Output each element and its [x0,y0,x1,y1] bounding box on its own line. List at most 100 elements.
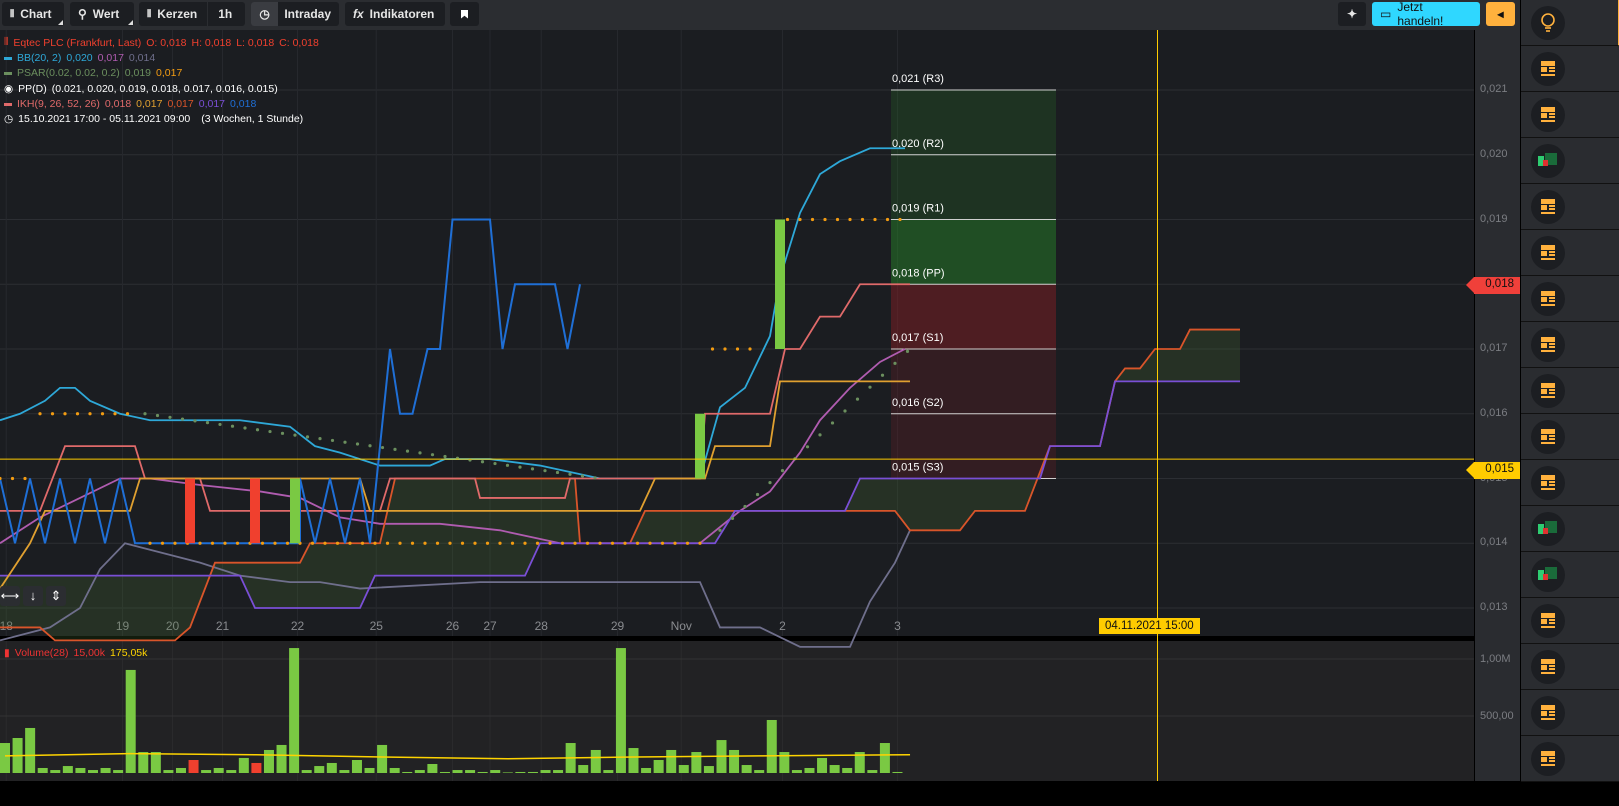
psar-dot [410,541,415,545]
psar-dot [330,438,335,443]
volume-bar [553,770,564,773]
psar-dot [448,541,452,545]
psar-dot [343,440,347,444]
psar-dot [585,541,590,545]
intraday-button[interactable]: ◷ Intraday [251,2,339,26]
volume-bar [150,752,161,773]
price-tick: 0,013 [1480,601,1508,613]
sidebar-item-news[interactable] [1521,736,1619,782]
volume-bar [804,767,815,773]
volume-label: Volume(28) [14,647,69,659]
psar-dot [798,217,802,222]
pane-divider [0,636,1474,641]
psar-dot [898,217,902,222]
psar-dot [780,469,785,473]
news-icon [1531,327,1565,362]
candles-icon: ⫴ [147,8,152,20]
psar-dot [660,541,665,545]
pivot-label: 0,019 (R1) [892,203,944,215]
legend-ikh[interactable]: IKH(9, 26, 52, 26) 0,018 0,017 0,017 0,017 0,… [4,98,256,110]
ikh-value-1: 0,018 [104,98,132,110]
volume-bar [540,770,551,773]
sidebar-item-news[interactable] [1521,230,1619,276]
scroll-down-button[interactable]: ↓ [23,586,43,606]
volume-bar [326,762,337,773]
psar-dot [835,217,840,222]
candle [250,478,260,544]
legend-instrument: ⫴ Eqtec PLC (Frankfurt, Last) O: 0,018 H: 0… [4,36,319,49]
sidebar-item-chart[interactable] [1521,552,1619,598]
volume-bar [301,770,312,773]
legend-pp[interactable]: ◉ PP(D) (0.021, 0.020, 0.019, 0.018, 0.017… [4,83,278,95]
psar-dot [610,541,615,545]
sidebar-item-news[interactable] [1521,322,1619,368]
scale-vertical-button[interactable]: ⇕ [46,586,66,606]
legend-bb[interactable]: BB(20, 2) 0,020 0,017 0,014 [4,52,155,64]
chart-signal-icon [1531,143,1565,178]
chart-type-icon: ⫴ [10,8,15,20]
indikatoren-button[interactable]: fx Indikatoren [345,2,445,26]
date-tick: 28 [535,619,549,633]
jetzt-handeln-button[interactable]: ▭ Jetzt handeln! [1372,0,1480,28]
psar-dot [380,445,385,450]
interval-button[interactable]: 1h [218,7,232,21]
psar-dot [63,412,67,416]
bookmark-button[interactable] [450,2,479,26]
legend-range: ◷ 15.10.2021 17:00 - 05.11.2021 09:00 (3 W… [4,113,303,125]
sparkle-button[interactable]: ✦ [1338,2,1366,26]
wert-search-button[interactable]: ⚲ Wert [70,2,134,26]
sidebar-item-news[interactable] [1521,460,1619,506]
psar-dot [360,541,365,545]
chart-menu-button[interactable]: ⫴ Chart [2,2,64,26]
sidebar-item-chart[interactable] [1521,138,1619,184]
psar-dot [310,541,315,545]
psar-dot [855,397,860,401]
psar-dot [730,516,735,520]
sidebar-item-news[interactable] [1521,368,1619,414]
legend-volume[interactable]: ▮ Volume(28) 15,00k 175,05k [4,647,147,659]
volume-bar [791,770,802,773]
sidebar-item-chart[interactable] [1521,506,1619,552]
pivot-label: 0,015 (S3) [892,462,943,474]
psar-dot [10,476,15,481]
chart-label: Chart [20,7,52,21]
sidebar-item-news[interactable] [1521,46,1619,92]
psar-dot [543,469,547,473]
psar-dot [735,347,740,351]
sidebar-item-news[interactable] [1521,644,1619,690]
psar-dot [100,412,105,416]
collapse-panel-button[interactable]: ◂ [1486,2,1515,26]
arrows-vertical-icon: ⇕ [50,588,62,603]
last-price-value: 0,018 [1485,278,1514,290]
sidebar-item-idea[interactable] [1521,0,1619,46]
volume-bar [477,771,488,773]
sidebar-item-news[interactable] [1521,414,1619,460]
volume-bar [213,767,224,773]
sidebar-item-news[interactable] [1521,184,1619,230]
date-tick: Nov [671,619,692,633]
volume-bar [452,770,463,773]
sidebar-item-news[interactable] [1521,92,1619,138]
kerzen-button[interactable]: Kerzen [157,7,197,21]
sidebar-item-news[interactable] [1521,690,1619,736]
volume-bar [125,669,136,773]
ikh-value-5: 0,018 [230,98,257,110]
psar-dot [223,541,227,545]
price-axis[interactable] [1474,30,1520,781]
price-chart[interactable]: 18192021222526272829Nov230,021 (R3)0,020… [0,30,1474,781]
psar-dot [698,541,702,545]
news-icon [1531,419,1565,454]
pivot-label: 0,021 (R3) [892,73,944,85]
bar-chart-icon: ▮ [4,647,10,659]
legend-psar[interactable]: PSAR(0.02, 0.02, 0.2) 0,019 0,017 [4,67,182,79]
scale-horizontal-button[interactable]: ⟷ [0,586,20,606]
sidebar-item-news[interactable] [1521,598,1619,644]
volume-bar [427,763,438,773]
psar-dot [885,217,890,222]
psar-dot [905,349,910,353]
toolbar: ⫴ Chart ⚲ Wert ⫴ Kerzen 1h ◷ Intraday fx Indik… [0,0,1520,30]
psar-dot [598,541,602,545]
sidebar-item-news[interactable] [1521,276,1619,322]
psar-dot [75,412,80,416]
psar-dot [88,412,92,416]
